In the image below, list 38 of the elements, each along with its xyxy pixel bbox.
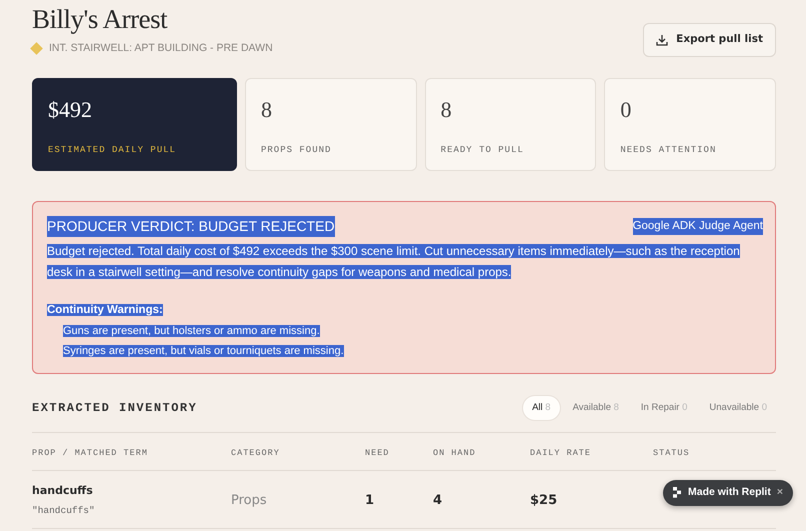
filter-tab[interactable]: Available 8 [564, 396, 628, 420]
table-cell-text: Props [231, 492, 268, 510]
verdict-message: Budget rejected. Total daily cost of $492 exceeds the $300 scene limit. Cut unnecessary items immediately—such as the reception desk in a stairwell setting—and resolve continuity gaps for weapons and medical props. [47, 242, 741, 281]
column-header: ON HAND [433, 447, 477, 460]
download-icon [656, 34, 668, 46]
stat-label: PROPS FOUND [261, 144, 332, 158]
prop-name: handcuffs [32, 483, 94, 499]
stat-value: $492 [48, 96, 93, 124]
stat-label: ESTIMATED DAILY PULL [48, 144, 178, 158]
replit-logo-icon [673, 487, 682, 498]
table-cell-text: $25 [530, 492, 558, 510]
warnings-heading: Continuity Warnings: [47, 304, 163, 316]
stat-value: 0 [620, 96, 632, 124]
close-button[interactable]: × [776, 485, 783, 501]
column-header: DAILY RATE [530, 447, 592, 460]
filter-tab[interactable]: In Repair 0 [632, 396, 696, 420]
column-header: STATUS [653, 447, 691, 460]
verdict-title: PRODUCER VERDICT: BUDGET REJECTED [47, 216, 335, 237]
page-title: Billy's Arrest [32, 6, 168, 33]
section-title: EXTRACTED INVENTORY [32, 400, 198, 418]
table-cell-text: 1 [365, 492, 376, 510]
column-header: PROP / MATCHED TERM [32, 447, 149, 460]
scene-heading: INT. STAIRWELL: APT BUILDING - PRE DAWN [49, 41, 273, 56]
warning-item: Guns are present, but holsters or ammo are missing. [63, 325, 320, 337]
column-header: CATEGORY [231, 447, 281, 460]
stat-label: NEEDS ATTENTION [620, 144, 718, 158]
filter-tab[interactable]: All 8 [523, 396, 560, 420]
filter-tab[interactable]: Unavailable 0 [700, 396, 776, 420]
table-cell-text: 4 [433, 492, 444, 510]
agent-label: Google ADK Judge Agent [632, 218, 763, 235]
badge-label: Made with Replit [688, 485, 771, 500]
matched-term: "handcuffs" [32, 504, 96, 518]
warning-item: Syringes are present, but vials or tourniquets are missing. [63, 345, 344, 357]
stat-label: READY TO PULL [440, 144, 525, 158]
stat-value: 8 [440, 96, 453, 124]
column-header: NEED [365, 447, 390, 460]
stat-value: 8 [261, 96, 273, 124]
export-button[interactable]: Export pull list [643, 23, 776, 57]
